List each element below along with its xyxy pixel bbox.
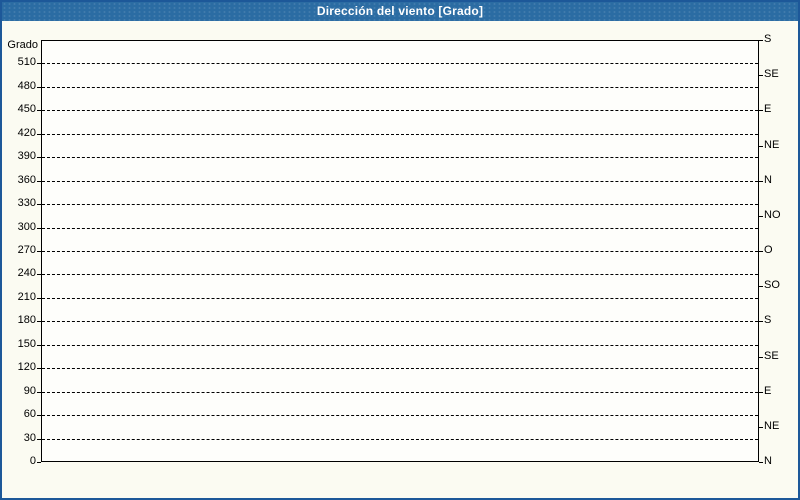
y-axis-tick [37,157,41,158]
chart-frame: Dirección del viento [Grado] Grado 0 30 60… [0,0,800,500]
compass-axis-tick [759,357,763,358]
y-axis-tick [37,321,41,322]
compass-axis-tick [759,40,763,41]
h-gridline [42,298,758,299]
h-gridline [42,181,758,182]
compass-tick-label: NE [764,139,780,151]
y-axis-tick [37,63,41,64]
chart-title: Dirección del viento [Grado] [316,4,484,18]
compass-axis-tick [759,110,763,111]
y-tick-label: 510 [17,56,36,68]
compass-tick-label: S [764,314,772,326]
y-tick-label: 270 [17,244,36,256]
h-gridline [42,157,758,158]
compass-axis-tick [759,146,763,147]
y-tick-label: 390 [17,150,36,162]
compass-tick-label: NO [764,209,781,221]
compass-axis-tick [759,427,763,428]
y-axis-tick [37,274,41,275]
compass-axis-tick [759,286,763,287]
y-tick-label: 360 [17,174,36,186]
y-axis-tick [37,204,41,205]
compass-tick-label: E [764,103,772,115]
y-tick-label: 180 [17,314,36,326]
compass-tick-label: N [764,174,772,186]
y-tick-label: 420 [17,127,36,139]
y-axis-tick [37,110,41,111]
y-axis-tick [37,134,41,135]
y-axis-tick [37,415,41,416]
h-gridline [42,345,758,346]
y-tick-label: 0 [29,455,36,467]
h-gridline [42,204,758,205]
y-axis-tick [37,392,41,393]
h-gridline [42,87,758,88]
y-axis-tick [37,228,41,229]
compass-axis-tick [759,462,763,463]
y-tick-label: 150 [17,338,36,350]
chart-title-bar: Dirección del viento [Grado] [2,2,798,21]
compass-axis-tick [759,216,763,217]
y-axis-tick [37,181,41,182]
y-tick-label: 480 [17,80,36,92]
y-axis-tick [37,87,41,88]
h-gridline [42,110,758,111]
compass-tick-label: N [764,455,772,467]
y-axis-tick [37,368,41,369]
h-gridline [42,439,758,440]
compass-tick-label: SE [764,68,779,80]
compass-tick-label: O [764,244,773,256]
y-tick-label: 120 [17,361,36,373]
compass-tick-label: E [764,385,772,397]
compass-axis-tick [759,251,763,252]
y-tick-label: 240 [17,267,36,279]
y-tick-label: 90 [23,385,36,397]
h-gridline [42,63,758,64]
y-tick-label: 210 [17,291,36,303]
y-axis-tick [37,298,41,299]
compass-axis-tick [759,181,763,182]
y-axis-title: Grado [7,39,38,51]
y-tick-label: 60 [23,408,36,420]
compass-axis-tick [759,75,763,76]
h-gridline [42,392,758,393]
y-axis-tick [37,439,41,440]
h-gridline [42,228,758,229]
compass-tick-label: S [764,33,772,45]
h-gridline [42,134,758,135]
compass-tick-label: SO [764,279,780,291]
compass-axis-tick [759,392,763,393]
y-axis-tick [37,251,41,252]
h-gridline [42,321,758,322]
y-tick-label: 300 [17,221,36,233]
h-gridline [42,368,758,369]
y-axis-tick [37,345,41,346]
h-gridline [42,274,758,275]
compass-axis-tick [759,321,763,322]
compass-tick-label: NE [764,420,780,432]
y-tick-label: 30 [23,432,36,444]
y-tick-label: 450 [17,103,36,115]
h-gridline [42,251,758,252]
compass-tick-label: SE [764,350,779,362]
y-tick-label: 330 [17,197,36,209]
h-gridline [42,415,758,416]
y-axis-tick [37,462,41,463]
